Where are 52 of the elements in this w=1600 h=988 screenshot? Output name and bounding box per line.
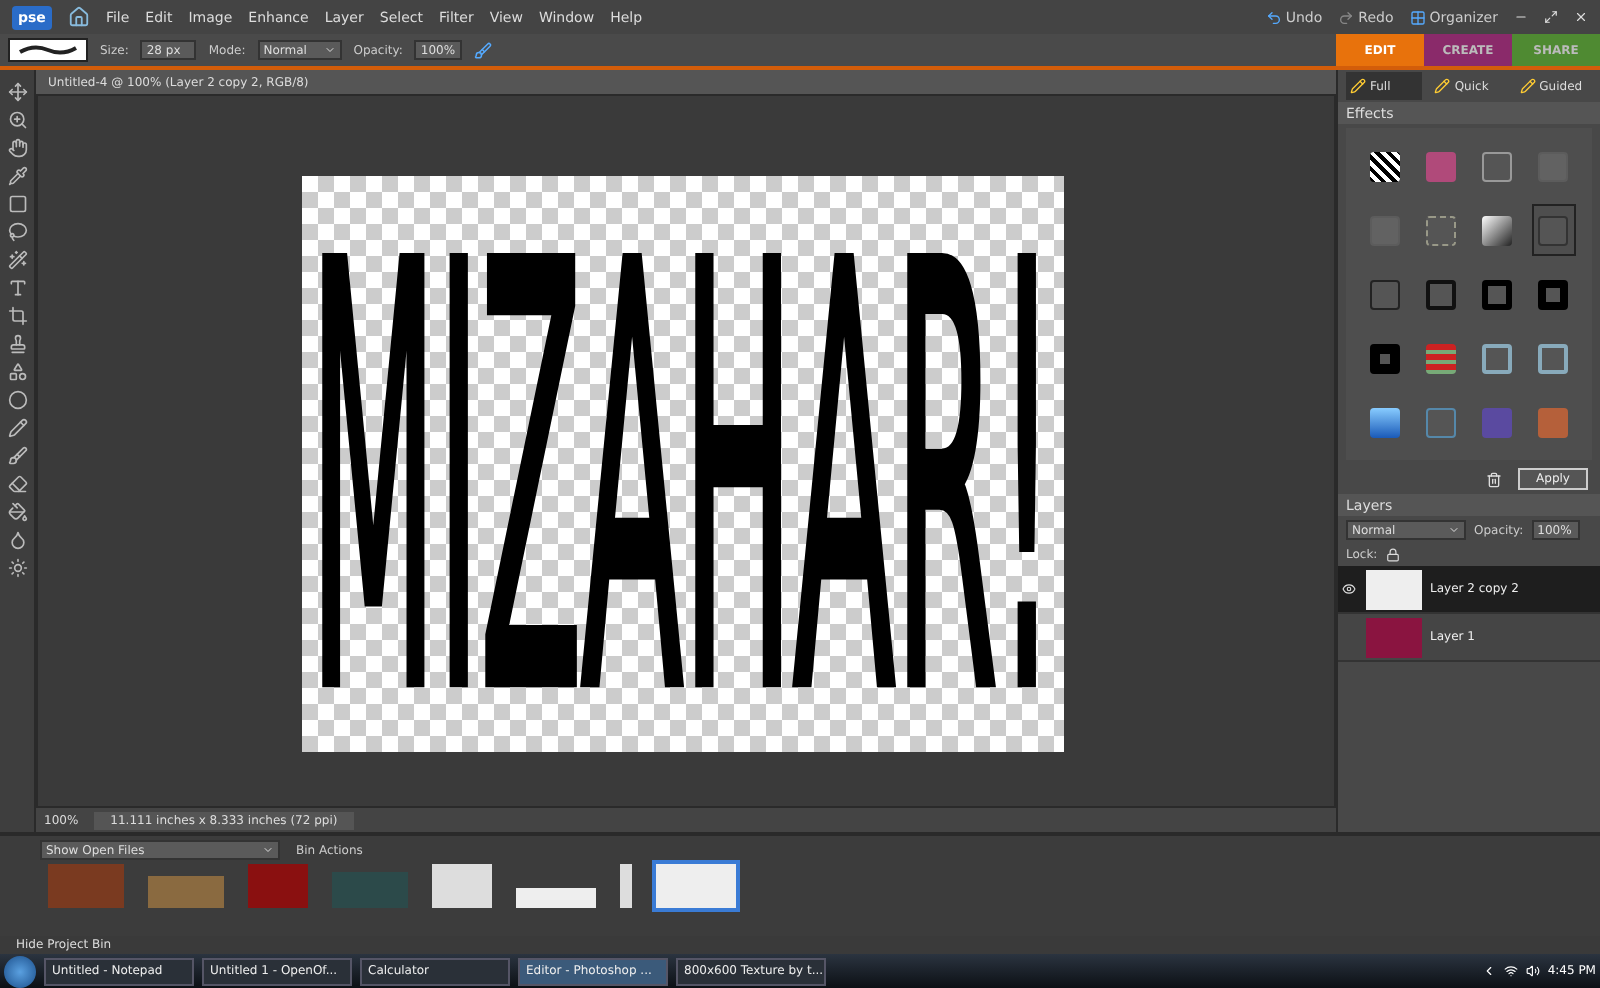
layer-thumbnail	[1366, 569, 1422, 609]
shapes-icon[interactable]	[7, 362, 27, 382]
crop-icon[interactable]	[7, 306, 27, 326]
sun-icon[interactable]	[7, 558, 27, 578]
document-thumbnail[interactable]	[48, 864, 124, 908]
home-icon[interactable]	[67, 6, 90, 28]
paint-bucket-icon[interactable]	[7, 502, 27, 522]
brush-icon[interactable]	[7, 446, 27, 466]
hand-icon[interactable]	[7, 138, 27, 158]
document-thumbnail[interactable]	[248, 864, 308, 908]
brush-stroke-icon	[18, 44, 78, 56]
circle-icon[interactable]	[7, 390, 27, 410]
document-thumbnail[interactable]	[620, 864, 632, 908]
pencil-icon	[1434, 78, 1451, 94]
undo-icon	[1265, 9, 1282, 25]
droplet-icon[interactable]	[7, 530, 27, 550]
lock-icon[interactable]	[1385, 548, 1400, 562]
stamp-icon[interactable]	[7, 334, 27, 354]
close-icon[interactable]	[1574, 10, 1588, 24]
magic-wand-icon[interactable]	[7, 250, 27, 270]
style-swatch[interactable]	[1531, 204, 1576, 256]
start-button[interactable]	[4, 955, 36, 987]
document-thumbnail[interactable]	[516, 888, 596, 908]
redo-icon	[1338, 9, 1355, 25]
minimize-icon[interactable]	[1514, 10, 1528, 24]
brush-icon[interactable]	[474, 41, 493, 59]
pencil-icon[interactable]	[7, 418, 27, 438]
document-thumbnail[interactable]	[148, 876, 224, 908]
chevron-down-icon	[323, 44, 336, 56]
pencil-icon	[1350, 78, 1366, 94]
eraser-icon[interactable]	[7, 474, 27, 494]
marquee-icon[interactable]	[7, 194, 27, 214]
lasso-icon[interactable]	[7, 222, 27, 242]
type-icon[interactable]	[7, 278, 27, 298]
network-icon[interactable]	[1503, 964, 1518, 978]
pencil-icon	[1519, 78, 1536, 94]
layer-thumbnail	[1366, 617, 1422, 657]
zoom-icon[interactable]	[7, 110, 27, 130]
chevron-down-icon	[1448, 524, 1460, 536]
handwritten-text: MIZAHAR!	[309, 176, 1064, 752]
chevron-icon[interactable]	[1481, 964, 1496, 978]
eye-icon[interactable]	[1342, 582, 1356, 596]
eyedropper-icon[interactable]	[7, 166, 27, 186]
move-icon[interactable]	[7, 82, 27, 102]
speaker-icon[interactable]	[1525, 964, 1540, 978]
trash-icon[interactable]	[1486, 471, 1503, 487]
maximize-icon[interactable]	[1544, 10, 1558, 24]
document-thumbnail[interactable]	[656, 864, 736, 908]
grid-icon	[1409, 9, 1426, 25]
brush-preview[interactable]	[8, 38, 88, 62]
chevron-down-icon	[262, 844, 274, 856]
document-thumbnail[interactable]	[432, 864, 492, 908]
